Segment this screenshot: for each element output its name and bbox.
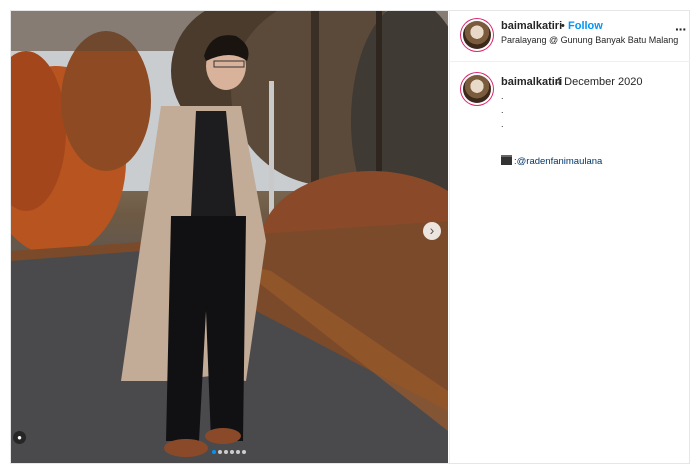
follow-button[interactable]: Follow <box>568 20 603 32</box>
slide-dot <box>224 450 228 454</box>
post-header: baimalkatiri • Follow Paralayang @ Gunun… <box>450 11 690 62</box>
more-icon[interactable]: ··· <box>675 21 687 37</box>
caption-date: 4 December 2020 <box>555 76 643 88</box>
photo-credit: :@radenfanimaulana <box>501 155 602 167</box>
avatar[interactable] <box>463 21 491 49</box>
user-tag-icon[interactable]: ● <box>13 431 26 444</box>
slide-dot <box>218 450 222 454</box>
caption-line: . <box>501 119 504 129</box>
carousel-indicator <box>211 441 247 459</box>
separator-dot: • <box>561 20 565 32</box>
slide-dot <box>242 450 246 454</box>
caption-username[interactable]: baimalkatiri <box>501 76 562 88</box>
slide-dot <box>230 450 234 454</box>
clapperboard-icon <box>501 155 512 165</box>
caption-line: . <box>501 105 504 115</box>
post-photo[interactable]: › ● <box>11 11 448 463</box>
credit-mention-link[interactable]: :@radenfanimaulana <box>514 156 602 167</box>
location-link[interactable]: Paralayang @ Gunung Banyak Batu Malang <box>501 35 678 45</box>
caption-line: . <box>501 91 504 101</box>
instagram-post: › ● baimalkatiri • Follow Paralayang @ G… <box>10 10 690 464</box>
avatar[interactable] <box>463 75 491 103</box>
header-username[interactable]: baimalkatiri <box>501 20 562 32</box>
slide-dot <box>236 450 240 454</box>
post-sidebar: baimalkatiri • Follow Paralayang @ Gunun… <box>449 11 690 463</box>
slide-dot <box>212 450 216 454</box>
photo-scene <box>11 11 448 463</box>
next-slide-button[interactable]: › <box>423 222 441 240</box>
